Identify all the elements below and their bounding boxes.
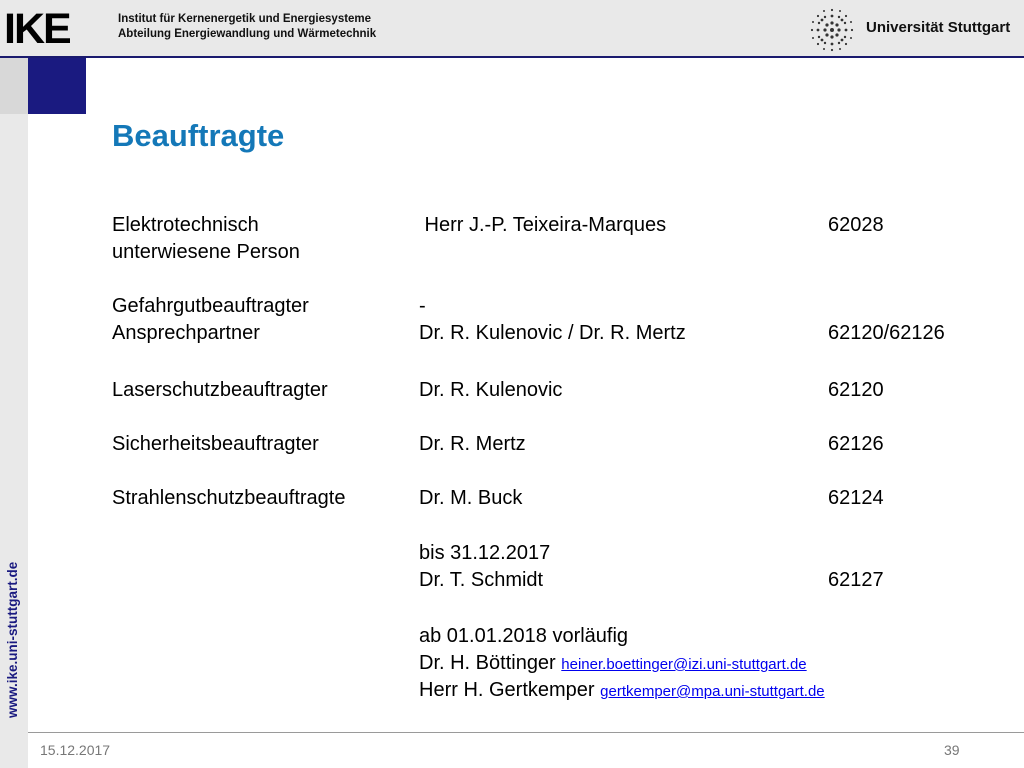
note-until: bis 31.12.2017 xyxy=(419,542,551,564)
name-laser: Dr. R. Kulenovic xyxy=(419,379,563,401)
phone-laser: 62120 xyxy=(828,379,884,401)
page-title: Beauftragte xyxy=(112,118,285,153)
phone-electrical: 62028 xyxy=(828,214,884,236)
contact-gertkemper: Herr H. Gertkemper gertkemper@mpa.uni-st… xyxy=(419,677,825,705)
university-seal-icon xyxy=(810,8,854,52)
role-electrical-line1: Elektrotechnisch xyxy=(112,214,259,236)
department-name: Abteilung Energiewandlung und Wärmetechn… xyxy=(118,28,377,40)
university-name: Universität Stuttgart xyxy=(866,19,1011,36)
footer-divider xyxy=(28,732,1024,733)
footer-date: 15.12.2017 xyxy=(40,742,111,758)
contact-boettinger: Dr. H. Böttinger heiner.boettinger@izi.u… xyxy=(419,650,807,678)
page-number: 39 xyxy=(944,742,960,758)
name-contact: Dr. R. Kulenovic / Dr. R. Mertz xyxy=(419,322,686,344)
name-safety: Dr. R. Mertz xyxy=(419,433,526,455)
institute-name: Institut für Kernenergetik und Energiesy… xyxy=(118,13,372,25)
phone-safety: 62126 xyxy=(828,433,884,455)
role-safety: Sicherheitsbeauftragter xyxy=(112,433,319,455)
phone-contact: 62120/62126 xyxy=(828,322,945,344)
ike-logo: IKE xyxy=(0,0,86,56)
ike-logo-text: IKE xyxy=(4,5,72,53)
name-gertkemper: Herr H. Gertkemper xyxy=(419,679,601,701)
role-laser: Laserschutzbeauftragter xyxy=(112,379,328,401)
name-boettinger: Dr. H. Böttinger xyxy=(419,652,562,674)
role-radiation: Strahlenschutzbeauftragte xyxy=(112,487,346,509)
note-from: ab 01.01.2018 vorläufig xyxy=(419,625,629,647)
email-gertkemper-link[interactable]: gertkemper@mpa.uni-stuttgart.de xyxy=(600,683,825,700)
role-electrical-line2: unterwiesene Person xyxy=(112,241,300,263)
role-contact: Ansprechpartner xyxy=(112,322,260,344)
role-hazmat: Gefahrgutbeauftragter xyxy=(112,295,309,317)
email-boettinger-link[interactable]: heiner.boettinger@izi.uni-stuttgart.de xyxy=(561,656,806,673)
header-divider xyxy=(0,56,1024,58)
phone-schmidt: 62127 xyxy=(828,569,884,591)
phone-radiation: 62124 xyxy=(828,487,884,509)
sidebar-url: www.ike.uni-stuttgart.de xyxy=(5,561,20,718)
name-hazmat: - xyxy=(419,295,426,317)
left-sidebar-top xyxy=(0,58,28,114)
name-radiation: Dr. M. Buck xyxy=(419,487,523,509)
navy-accent-block xyxy=(28,58,86,114)
name-schmidt: Dr. T. Schmidt xyxy=(419,569,544,591)
name-electrical: Herr J.-P. Teixeira-Marques xyxy=(419,214,667,236)
